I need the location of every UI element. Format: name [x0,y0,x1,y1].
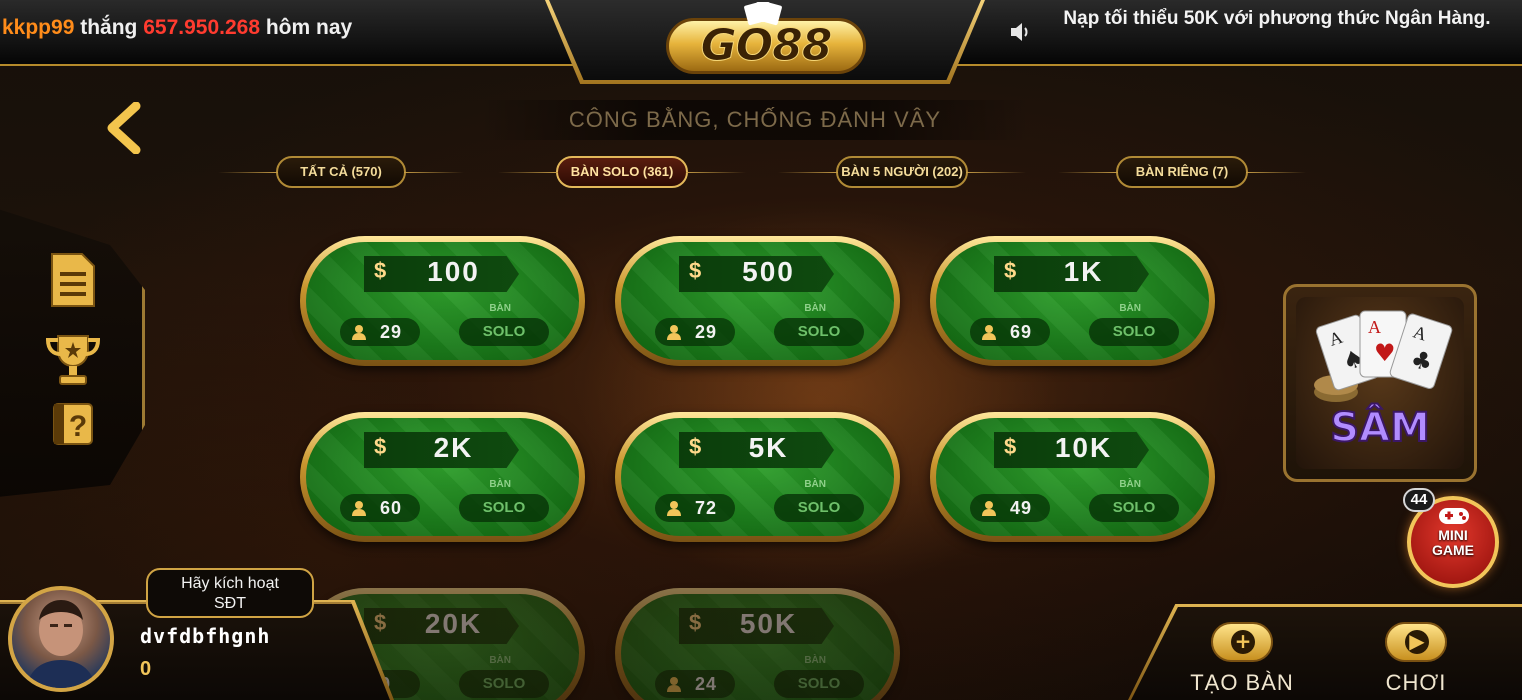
table-card[interactable]: $ 1K BÀN 69 SOLO [930,236,1215,366]
win-ticker: kkpp99 thắng 657.950.268 hôm nay [2,16,352,40]
currency-icon: $ [1004,434,1017,459]
mode-pill: SOLO [774,318,864,346]
table-type-label: BÀN [489,303,511,314]
table-type-label: BÀN [804,479,826,490]
mode-pill: SOLO [459,494,549,522]
minigame-button[interactable]: MINI GAME 44 [1403,488,1513,588]
speaker-icon[interactable] [1008,20,1034,44]
bet-value: 2K [433,432,474,463]
currency-icon: $ [689,258,702,283]
player-count-pill: 49 [970,494,1050,522]
table-card[interactable]: $ 50K BÀN 24 SOLO [615,588,900,700]
bet-value: 50K [739,608,798,639]
mode-pill: SOLO [1089,494,1179,522]
mode-pill: SOLO [1089,318,1179,346]
currency-icon: $ [689,610,702,635]
table-type-label: BÀN [1119,303,1141,314]
gamepad-icon [1439,508,1469,524]
bet-value: 100 [427,256,480,287]
table-card[interactable]: $ 500 BÀN 29 SOLO [615,236,900,366]
announcement-text: Nạp tối thiểu 50K với phương thức Ngân H… [1063,8,1491,29]
username: dvfdbfhgnh [140,624,271,648]
ticker-username: kkpp99 [2,16,75,39]
player-icon [352,325,366,340]
player-icon [982,325,996,340]
player-count-pill: 60 [340,494,420,522]
minigame-badge: 44 [1403,488,1435,512]
table-card[interactable]: $ 10K BÀN 49 SOLO [930,412,1215,542]
bet-value: 5K [748,432,789,463]
tab-solo[interactable]: BÀN SOLO (361) [498,156,688,188]
currency-icon: $ [374,258,387,283]
mode-pill: SOLO [459,318,549,346]
playing-cards-icon [740,2,786,26]
plus-icon: + [1211,622,1273,662]
user-balance: 0 [140,658,152,680]
ticker-amount: 657.950.268 [143,16,261,39]
table-card[interactable]: $ 100 BÀN 29 SOLO [300,236,585,366]
bet-value: 500 [742,256,795,287]
table-type-label: BÀN [489,479,511,490]
player-icon [982,501,996,516]
mode-pill: SOLO [459,670,549,698]
bet-value: 10K [1054,432,1113,463]
play-icon: ▶ [1385,622,1447,662]
player-icon [352,501,366,516]
svg-text:♥: ♥ [1374,339,1396,367]
svg-text:A: A [1368,317,1381,337]
bet-value: 20K [424,608,483,639]
player-icon [667,325,681,340]
table-card[interactable]: $ 2K BÀN 60 SOLO [300,412,585,542]
player-count-pill: 24 [655,670,735,698]
table-type-label: BÀN [1119,479,1141,490]
back-chevron-icon[interactable] [104,101,148,155]
avatar[interactable] [8,586,114,692]
cards-icon: A♠ A♥ A♣ [1314,310,1453,402]
minigame-label: MINI GAME [1432,527,1474,558]
player-count-pill: 29 [655,318,735,346]
tab-five-players[interactable]: BÀN 5 NGƯỜI (202) [778,156,968,188]
sam-game-tile[interactable]: A ♠ A ♥ A ♣ SÂM [1283,284,1477,482]
help-icon[interactable]: ? [44,400,102,458]
currency-icon: $ [1004,258,1017,283]
bet-value: 1K [1063,256,1104,287]
table-type-label: BÀN [804,655,826,666]
table-type-label: BÀN [804,303,826,314]
quick-play-button[interactable]: ▶ CHƠI NHANH [1346,622,1486,700]
table-card[interactable]: $ 5K BÀN 72 SOLO [615,412,900,542]
mode-pill: SOLO [774,670,864,698]
create-table-button[interactable]: + TẠO BÀN [1172,622,1312,696]
player-icon [667,501,681,516]
ticker-suffix: hôm nay [265,16,353,39]
player-count-pill: 69 [970,318,1050,346]
currency-icon: $ [374,610,387,635]
document-icon[interactable] [44,250,102,308]
player-icon [667,677,681,692]
svg-text:?: ? [69,410,87,443]
page-subtitle: CÔNG BẰNG, CHỐNG ĐÁNH VÂY [480,100,1030,140]
currency-icon: $ [689,434,702,459]
tab-private[interactable]: BÀN RIÊNG (7) [1058,156,1248,188]
mode-pill: SOLO [774,494,864,522]
activate-phone-button[interactable]: Hãy kích hoạt SĐT [146,568,314,618]
player-count-pill: 72 [655,494,735,522]
currency-icon: $ [374,434,387,459]
tab-all[interactable]: TẤT CẢ (570) [218,156,406,188]
table-type-label: BÀN [489,655,511,666]
player-count-pill: 29 [340,318,420,346]
trophy-icon[interactable] [44,330,102,388]
ticker-won-text: thắng [80,16,138,39]
game-tile-label: SÂM [1329,404,1431,452]
